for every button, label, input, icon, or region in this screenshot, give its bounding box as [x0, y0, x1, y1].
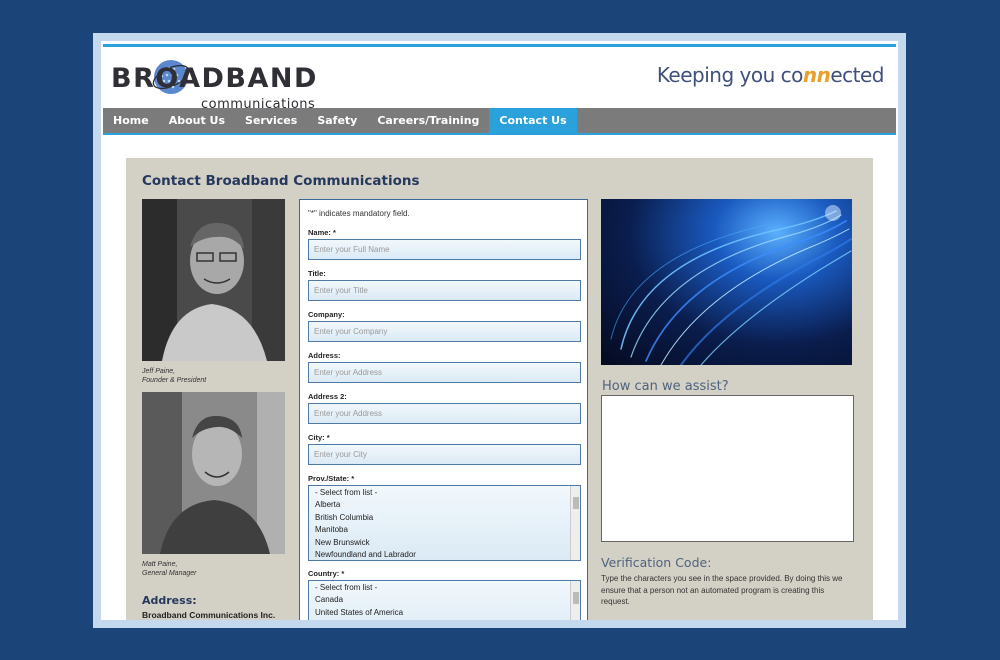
title-label: Title:: [308, 269, 326, 278]
province-option[interactable]: New Brunswick: [315, 537, 568, 549]
province-option[interactable]: Alberta: [315, 499, 568, 511]
staff-photo-matt: [142, 392, 285, 554]
nav-home[interactable]: Home: [103, 108, 159, 133]
assist-heading: How can we assist?: [602, 379, 729, 394]
tagline-accent: nn: [802, 63, 831, 87]
country-option[interactable]: - Select from list -: [315, 582, 568, 594]
province-option[interactable]: Newfoundland and Labrador: [315, 549, 568, 561]
tagline-part-2: ected: [830, 63, 884, 87]
province-select[interactable]: - Select from list - Alberta British Col…: [308, 485, 581, 561]
page: BROADBAND communications Keeping you con…: [101, 41, 898, 620]
address2-label: Address 2:: [308, 392, 347, 401]
address-company: Broadband Communications Inc.: [142, 610, 276, 620]
contact-content: Contact Broadband Communications Jeff Pa…: [126, 158, 873, 620]
staff-caption-matt: Matt Paine, General Manager: [142, 560, 196, 578]
city-input[interactable]: Enter your City: [308, 444, 581, 465]
nav-about-us[interactable]: About Us: [159, 108, 235, 133]
province-option[interactable]: - Select from list -: [315, 487, 568, 499]
province-scrollbar[interactable]: [570, 486, 580, 560]
staff-title: General Manager: [142, 570, 197, 577]
address-label: Address:: [308, 351, 341, 360]
address2-input[interactable]: Enter your Address: [308, 403, 581, 424]
address-heading: Address:: [142, 594, 197, 607]
tagline-part-1: Keeping you co: [656, 63, 804, 87]
nav-careers-training[interactable]: Careers/Training: [367, 108, 489, 133]
page-title: Contact Broadband Communications: [142, 173, 420, 189]
name-input[interactable]: Enter your Full Name: [308, 239, 581, 260]
title-input[interactable]: Enter your Title: [308, 280, 581, 301]
nav-services[interactable]: Services: [235, 108, 307, 133]
province-label: Prov./State: *: [308, 474, 355, 483]
country-scrollbar[interactable]: [570, 581, 580, 620]
browser-frame: BROADBAND communications Keeping you con…: [93, 33, 906, 628]
contact-form: "*" indicates mandatory field. Name: * E…: [299, 199, 588, 620]
fiber-optic-image: [601, 199, 852, 365]
scrollbar-thumb[interactable]: [573, 497, 579, 509]
company-logo[interactable]: BROADBAND communications: [111, 55, 331, 112]
logo-wordmark: BROADBAND: [111, 63, 318, 94]
address-input[interactable]: Enter your Address: [308, 362, 581, 383]
province-option[interactable]: British Columbia: [315, 512, 568, 524]
main-nav: Home About Us Services Safety Careers/Tr…: [103, 108, 896, 135]
company-input[interactable]: Enter your Company: [308, 321, 581, 342]
mandatory-note: "*" indicates mandatory field.: [308, 209, 410, 218]
tagline: Keeping you connected: [656, 63, 885, 87]
province-option[interactable]: Manitoba: [315, 524, 568, 536]
country-option[interactable]: United States of America: [315, 607, 568, 619]
country-label: Country: *: [308, 569, 345, 578]
nav-safety[interactable]: Safety: [307, 108, 367, 133]
staff-photo-jeff: [142, 199, 285, 361]
verification-text: Type the characters you see in the space…: [601, 574, 843, 606]
staff-name: Matt Paine,: [142, 561, 178, 568]
company-label: Company:: [308, 310, 345, 319]
staff-caption-jeff: Jeff Paine, Founder & President: [142, 367, 206, 385]
nav-contact-us[interactable]: Contact Us: [489, 108, 577, 133]
verification-heading: Verification Code:: [601, 555, 712, 570]
country-option[interactable]: Canada: [315, 594, 568, 606]
city-label: City: *: [308, 433, 330, 442]
scrollbar-thumb[interactable]: [573, 592, 579, 604]
country-select[interactable]: - Select from list - Canada United State…: [308, 580, 581, 620]
staff-title: Founder & President: [142, 377, 207, 384]
top-accent-line: [103, 44, 896, 47]
name-label: Name: *: [308, 228, 336, 237]
staff-name: Jeff Paine,: [142, 368, 176, 375]
assist-textarea[interactable]: [601, 395, 854, 542]
